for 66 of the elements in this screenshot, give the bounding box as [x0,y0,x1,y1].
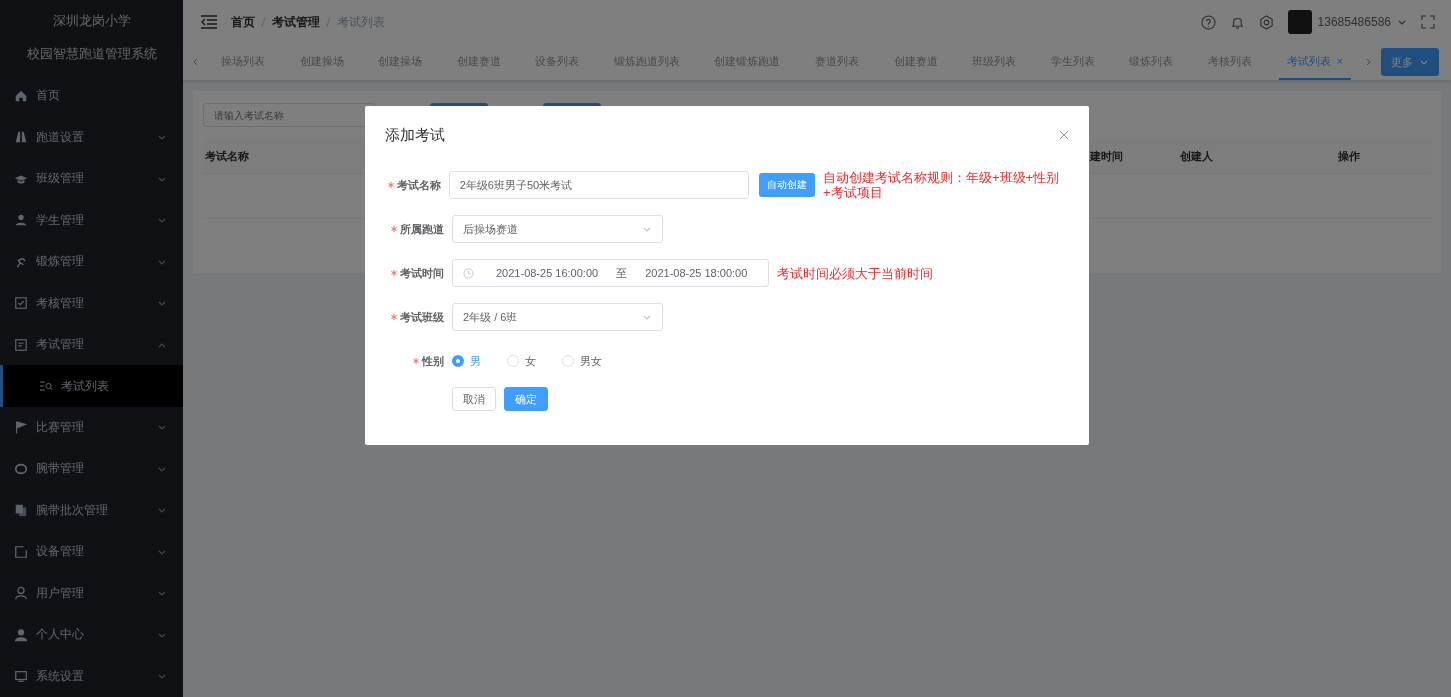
clock-icon [463,267,474,279]
menu-item[interactable]: 腕带批次管理 [0,489,183,532]
gender-radio[interactable]: 男女 [562,353,602,369]
exam-name-field[interactable]: 2年级6班男子50米考试 [448,171,749,199]
monitor-icon [14,669,28,684]
help-icon[interactable] [1200,14,1216,30]
flag-icon [14,420,28,435]
menu-item[interactable]: 考试管理 [0,323,183,366]
menu-item[interactable]: 用户管理 [0,572,183,614]
column-header: 创建人 [1180,148,1214,164]
menu-fold-icon[interactable] [201,15,217,29]
menu-item[interactable]: 首页 [0,75,183,117]
field-label: 考试时间 [400,265,444,281]
date-range-field[interactable]: 2021-08-25 16:00:00 至 2021-08-25 18:00:00 [452,259,769,287]
more-button[interactable]: 更多 [1381,48,1439,76]
menu-item[interactable]: 个人中心 [0,614,183,656]
select-field[interactable]: 2年级 / 6班 [452,303,663,331]
checklist-icon [14,296,28,311]
field-label: 考试班级 [400,309,444,325]
field-label: 所属跑道 [400,221,444,237]
person-icon [14,627,28,642]
submenu-item[interactable]: 考试列表 [0,365,183,407]
cancel-button[interactable]: 取消 [452,387,496,411]
menu-item[interactable]: 设备管理 [0,531,183,573]
gender-radio[interactable]: 男 [452,353,481,369]
close-icon[interactable] [1059,130,1069,140]
copy-icon [14,503,28,518]
column-header: 建时间 [1090,148,1124,164]
menu-item[interactable]: 学生管理 [0,199,183,241]
user-icon [14,586,28,601]
settings-icon[interactable] [1258,14,1274,30]
hint-note: 自动创建考试名称规则：年级+班级+性别+考试项目 [823,170,1061,200]
dialog-title: 添加考试 [385,125,445,145]
column-header: 操作 [1338,148,1361,164]
road-icon [14,130,28,145]
school-name: 深圳龙岗小学 [52,11,131,30]
menu-item[interactable]: 班级管理 [0,158,183,200]
device-icon [14,544,28,559]
username[interactable]: 13685486586 [1317,15,1391,29]
auto-create-button[interactable]: 自动创建 [759,173,815,197]
breadcrumb-item[interactable]: 考试管理 [272,13,320,31]
wristband-icon [14,461,28,476]
menu-item[interactable]: 系统设置 [0,655,183,697]
home-icon [14,88,28,103]
search-field[interactable]: 请输入考试名称 [203,103,375,127]
close-icon[interactable]: × [1336,55,1343,67]
column-header: 考试名称 [205,148,250,164]
gender-radio[interactable]: 女 [507,353,536,369]
avatar-photo-placeholder[interactable] [1287,10,1312,34]
menu-item[interactable]: 考核管理 [0,282,183,324]
system-title: 校园智慧跑道管理系统 [26,45,157,64]
menu-item[interactable]: 跑道设置 [0,116,183,159]
field-label: 性别 [422,353,444,369]
hint-note: 考试时间必须大于当前时间 [777,265,933,281]
search-list-icon [40,380,53,392]
menu-item[interactable]: 比赛管理 [0,406,183,449]
confirm-button[interactable]: 确定 [504,387,548,411]
fullscreen-icon[interactable] [1421,15,1435,29]
menu-item[interactable]: 腕带管理 [0,448,183,490]
select-field[interactable]: 后操场赛道 [452,215,663,243]
student-icon [14,213,28,228]
breadcrumb-item[interactable]: 首页 [231,13,255,31]
tab[interactable]: 考试列表 × [1278,44,1351,80]
document-icon [14,337,28,352]
menu-item[interactable]: 锻炼管理 [0,240,183,283]
field-label: 考试名称 [396,177,441,193]
